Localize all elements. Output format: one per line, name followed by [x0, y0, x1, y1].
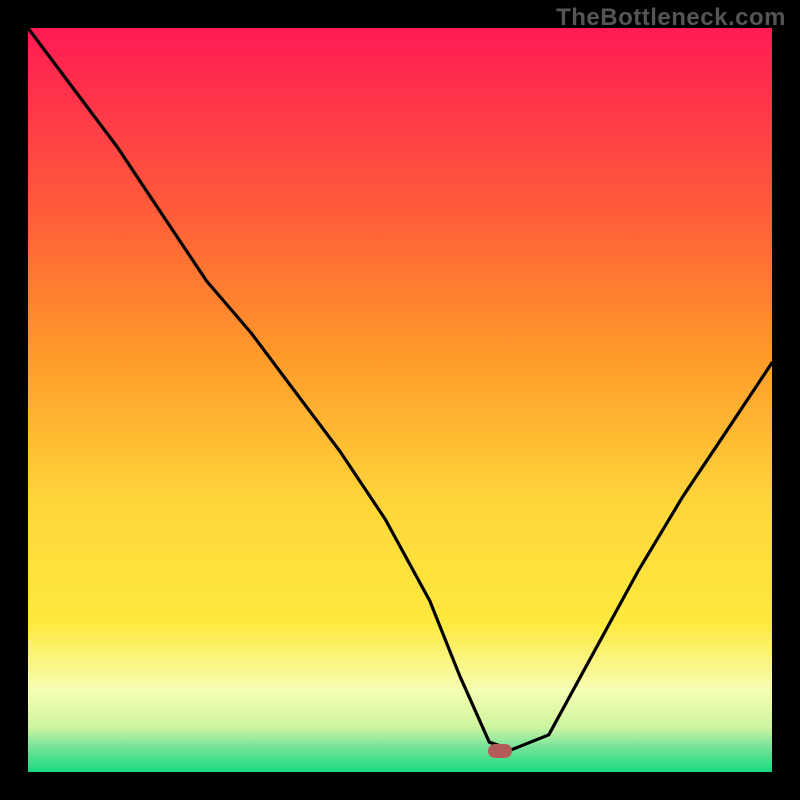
optimal-point-marker	[488, 744, 512, 758]
chart-background-gradient	[28, 28, 772, 772]
watermark-text: TheBottleneck.com	[556, 4, 786, 32]
chart-frame: TheBottleneck.com	[0, 0, 800, 800]
chart-plot-area	[28, 28, 772, 772]
chart-svg	[28, 28, 772, 772]
